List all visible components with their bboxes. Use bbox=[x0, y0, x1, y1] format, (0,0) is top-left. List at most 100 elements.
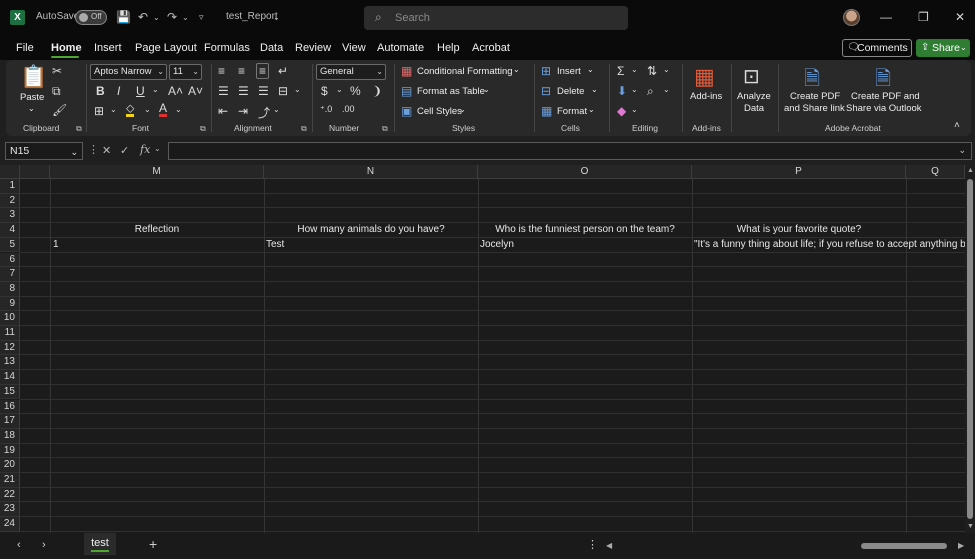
insert-cells-icon[interactable]: ⊞ bbox=[541, 64, 551, 78]
sort-filter-icon[interactable]: ⇅ bbox=[647, 64, 657, 78]
customize-toolbar-icon[interactable]: ▿ bbox=[199, 12, 204, 23]
comma-style-icon[interactable]: ❩ bbox=[372, 84, 382, 98]
vertical-scroll-thumb[interactable] bbox=[967, 179, 973, 519]
scroll-right-icon[interactable]: ▶ bbox=[958, 541, 964, 550]
fill-color-dropdown-icon[interactable]: ⌄ bbox=[144, 105, 151, 114]
save-icon[interactable]: 💾 bbox=[116, 10, 131, 24]
cell-o5[interactable]: Jocelyn bbox=[480, 239, 680, 250]
find-dropdown-icon[interactable]: ⌄ bbox=[663, 85, 670, 94]
row-header[interactable]: 17 bbox=[0, 414, 20, 429]
cell-styles-icon[interactable]: ▣ bbox=[401, 104, 412, 118]
format-cells-icon[interactable]: ▦ bbox=[541, 104, 552, 118]
document-title[interactable]: test_Report bbox=[226, 11, 278, 22]
increase-font-icon[interactable]: A˄ bbox=[168, 84, 183, 98]
spreadsheet-grid[interactable]: M N O P Q 1 2 3 4 5 6 7 8 9 10 11 12 13 14 15 16 17 18 19 2… bbox=[0, 165, 965, 533]
menu-data[interactable]: Data bbox=[260, 42, 283, 54]
sort-filter-dropdown-icon[interactable]: ⌄ bbox=[663, 65, 670, 74]
paste-button[interactable]: Paste bbox=[20, 92, 44, 103]
delete-cells-icon[interactable]: ⊟ bbox=[541, 84, 551, 98]
conditional-dropdown-icon[interactable]: ⌄ bbox=[513, 65, 520, 74]
row-header[interactable]: 8 bbox=[0, 281, 20, 297]
user-avatar[interactable] bbox=[843, 9, 860, 26]
decrease-font-icon[interactable]: A˅ bbox=[188, 84, 203, 98]
row-header[interactable]: 10 bbox=[0, 311, 20, 326]
row-header[interactable]: 18 bbox=[0, 428, 20, 444]
format-button[interactable]: Format bbox=[557, 106, 587, 117]
create-pdf-link-line2[interactable]: and Share link bbox=[784, 103, 845, 114]
title-dropdown-icon[interactable]: ⌄ bbox=[273, 13, 280, 22]
menu-view[interactable]: View bbox=[342, 42, 366, 54]
row-header[interactable]: 11 bbox=[0, 326, 20, 341]
bold-icon[interactable]: B bbox=[96, 84, 105, 98]
clipboard-launcher-icon[interactable]: ⧉ bbox=[76, 124, 82, 134]
column-header-p[interactable]: P bbox=[692, 165, 906, 179]
increase-indent-icon[interactable]: ⇥ bbox=[238, 104, 248, 118]
menu-review[interactable]: Review bbox=[295, 42, 331, 54]
menu-formulas[interactable]: Formulas bbox=[204, 42, 250, 54]
row-header[interactable]: 15 bbox=[0, 384, 20, 400]
italic-icon[interactable]: I bbox=[117, 84, 120, 98]
menu-page-layout[interactable]: Page Layout bbox=[135, 42, 197, 54]
undo-icon[interactable]: ↶ bbox=[138, 10, 148, 24]
menu-file[interactable]: File bbox=[16, 42, 34, 54]
analyze-data-line2[interactable]: Data bbox=[744, 103, 764, 114]
formula-input[interactable]: ⌄ bbox=[168, 142, 972, 160]
currency-dropdown-icon[interactable]: ⌄ bbox=[336, 85, 343, 94]
delete-dropdown-icon[interactable]: ⌄ bbox=[591, 85, 598, 94]
row-header[interactable]: 13 bbox=[0, 355, 20, 371]
column-header-m[interactable]: M bbox=[50, 165, 264, 179]
restore-icon[interactable]: ❐ bbox=[918, 10, 929, 24]
vertical-scrollbar[interactable]: ▲ ▼ bbox=[965, 165, 975, 533]
clear-icon[interactable]: ◆ bbox=[617, 104, 626, 118]
alignment-launcher-icon[interactable]: ⧉ bbox=[301, 124, 307, 134]
font-color-icon[interactable]: A bbox=[159, 102, 168, 117]
find-select-icon[interactable]: ⌕ bbox=[647, 84, 654, 99]
underline-dropdown-icon[interactable]: ⌄ bbox=[152, 85, 159, 94]
autosum-dropdown-icon[interactable]: ⌄ bbox=[631, 65, 638, 74]
number-launcher-icon[interactable]: ⧉ bbox=[382, 124, 388, 134]
menu-automate[interactable]: Automate bbox=[377, 42, 424, 54]
align-left-icon[interactable]: ☰ bbox=[218, 84, 229, 98]
create-pdf-link-line1[interactable]: Create PDF bbox=[790, 91, 840, 102]
number-format-dropdown[interactable]: General ⌄ bbox=[316, 64, 386, 80]
format-painter-icon[interactable]: 🖌 bbox=[52, 103, 67, 117]
select-all-corner[interactable] bbox=[0, 165, 20, 179]
redo-dropdown-icon[interactable]: ⌄ bbox=[182, 13, 189, 22]
undo-dropdown-icon[interactable]: ⌄ bbox=[153, 13, 160, 22]
merge-dropdown-icon[interactable]: ⌄ bbox=[294, 85, 301, 94]
cell-p5[interactable]: "It's a funny thing about life; if you r… bbox=[694, 239, 965, 250]
horizontal-scrollbar[interactable]: ◀ ▶ bbox=[606, 541, 970, 551]
more-sheets-icon[interactable]: ⋮ bbox=[587, 538, 598, 551]
cell-n4[interactable]: How many animals do you have? bbox=[264, 224, 478, 235]
redo-icon[interactable]: ↷ bbox=[167, 10, 177, 24]
insert-function-icon[interactable]: fx bbox=[140, 143, 150, 156]
row-header[interactable]: 6 bbox=[0, 252, 20, 268]
percent-icon[interactable]: % bbox=[350, 84, 361, 98]
middle-align-icon[interactable]: ≡ bbox=[238, 64, 245, 78]
name-box[interactable]: N15 ⌄ bbox=[5, 142, 83, 160]
expand-formula-icon[interactable]: ⌄ bbox=[958, 145, 966, 156]
conditional-formatting-button[interactable]: Conditional Formatting bbox=[417, 66, 513, 77]
addins-button[interactable]: Add-ins bbox=[690, 91, 722, 102]
autosum-icon[interactable]: Σ bbox=[617, 64, 624, 78]
copy-icon[interactable]: ⧉ bbox=[52, 84, 61, 99]
conditional-formatting-icon[interactable]: ▦ bbox=[401, 64, 412, 78]
increase-decimal-icon[interactable]: ⁺.0 bbox=[320, 104, 332, 115]
row-header[interactable]: 9 bbox=[0, 296, 20, 312]
row-header[interactable]: 3 bbox=[0, 208, 20, 224]
column-header-n[interactable]: N bbox=[264, 165, 478, 179]
autosave-toggle[interactable]: Off bbox=[75, 10, 107, 25]
font-name-dropdown[interactable]: Aptos Narrow ⌄ bbox=[90, 64, 167, 80]
orientation-icon[interactable]: ⤴ bbox=[258, 104, 270, 121]
scroll-down-icon[interactable]: ▼ bbox=[967, 523, 974, 530]
menu-home[interactable]: Home bbox=[51, 42, 82, 54]
create-pdf-outlook-line1[interactable]: Create PDF and bbox=[851, 91, 920, 102]
font-launcher-icon[interactable]: ⧉ bbox=[200, 124, 206, 134]
scroll-left-icon[interactable]: ◀ bbox=[606, 541, 612, 550]
column-header-hidden[interactable] bbox=[20, 165, 50, 179]
cell-o4[interactable]: Who is the funniest person on the team? bbox=[478, 224, 692, 235]
fill-icon[interactable]: ⬇ bbox=[617, 84, 627, 98]
menu-acrobat[interactable]: Acrobat bbox=[472, 42, 510, 54]
column-header-q[interactable]: Q bbox=[906, 165, 965, 179]
row-header[interactable]: 19 bbox=[0, 443, 20, 459]
